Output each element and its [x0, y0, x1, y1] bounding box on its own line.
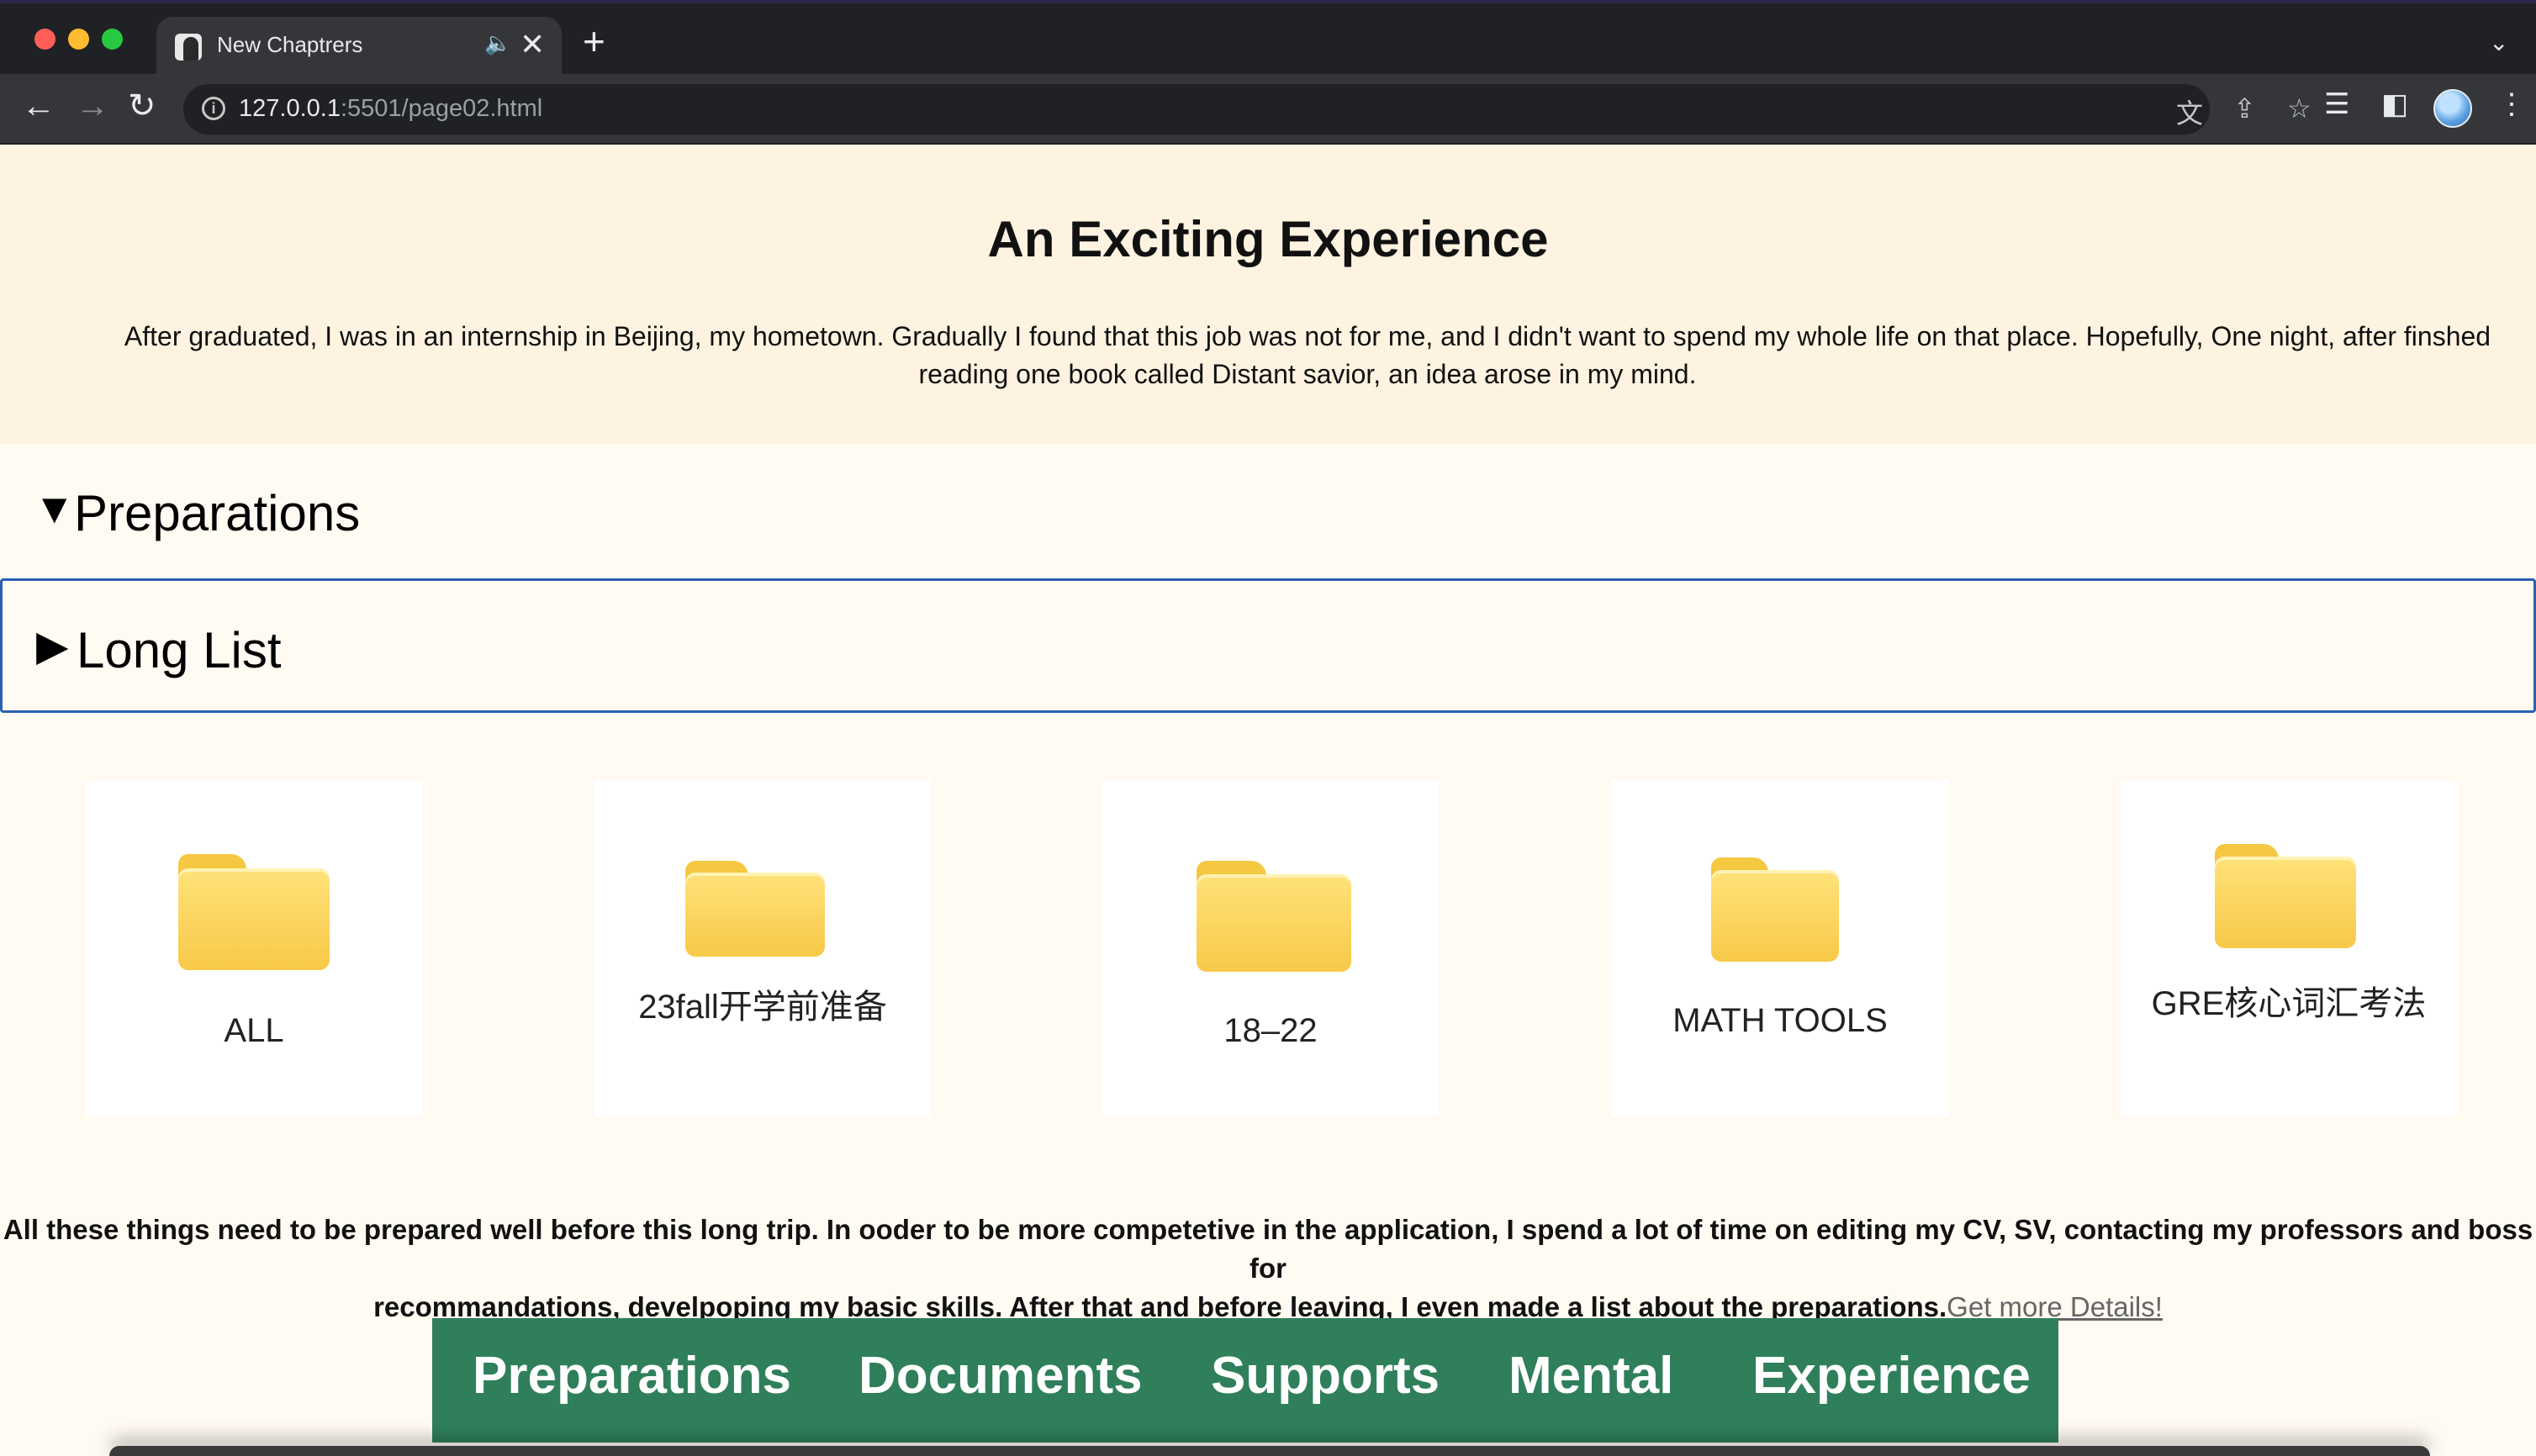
window-bottom-edge [109, 1446, 2430, 1456]
triangle-down-icon[interactable]: ▼ [34, 488, 76, 530]
url-text[interactable]: 127.0.0.1:5501/page02.html [239, 95, 542, 123]
tab-close-icon[interactable]: ✕ [520, 27, 545, 62]
maximize-window-button[interactable] [102, 29, 123, 50]
nav-item-mental[interactable]: Mental [1508, 1350, 1673, 1402]
info-icon[interactable]: i [202, 97, 225, 120]
folder-icon [685, 861, 825, 957]
hero-section: An Exciting Experience After graduated, … [0, 145, 2536, 444]
folder-card[interactable]: MATH TOOLS [1612, 780, 1948, 1116]
details-preparations[interactable]: ▼ Preparations [0, 444, 2536, 578]
folder-card[interactable]: 23fall开学前准备 [594, 780, 931, 1116]
folder-icon [1711, 857, 1839, 962]
folder-label: 23fall开学前准备 [638, 989, 887, 1026]
folder-label: GRE核心词汇考法 [2151, 985, 2427, 1022]
url-host: 127.0.0.1 [239, 95, 341, 122]
profile-avatar[interactable] [2433, 89, 2472, 128]
reading-list-icon[interactable]: ☰ [2324, 87, 2349, 121]
chevron-down-icon[interactable]: ⌄ [2489, 29, 2508, 56]
star-icon[interactable]: ☆ [2287, 92, 2311, 124]
folder-icon [2215, 844, 2356, 948]
translate-icon[interactable]: 文 [2176, 92, 2203, 131]
intro-paragraph: After graduated, I was in an internship … [124, 321, 2491, 389]
triangle-right-icon[interactable]: ▶ [36, 625, 68, 667]
folder-card[interactable]: 18–22 [1102, 780, 1439, 1116]
favicon-icon [175, 34, 202, 61]
details-summary-long-list[interactable]: Long List [77, 623, 282, 678]
folder-label: ALL [224, 1012, 284, 1049]
folder-label: MATH TOOLS [1672, 1002, 1888, 1039]
folder-card[interactable]: GRE核心词汇考法 [2121, 780, 2457, 1116]
nav-item-supports[interactable]: Supports [1211, 1350, 1440, 1402]
url-path: :5501/page02.html [340, 95, 543, 122]
details-summary-preparations[interactable]: Preparations [74, 486, 360, 541]
new-tab-button[interactable]: + [583, 22, 605, 61]
forward-arrow-icon[interactable]: → [76, 89, 109, 123]
web-page: An Exciting Experience After graduated, … [0, 145, 2536, 1456]
folder-icon [178, 854, 330, 970]
folder-icon [1197, 861, 1351, 972]
preparations-paragraph: All these things need to be prepared wel… [0, 1211, 2536, 1327]
side-panel-icon[interactable]: ◧ [2381, 87, 2408, 121]
nav-item-preparations[interactable]: Preparations [473, 1350, 791, 1402]
minimize-window-button[interactable] [68, 29, 89, 50]
menu-icon[interactable]: ⋮ [2497, 87, 2526, 121]
details-long-list[interactable]: ▶ Long List [0, 578, 2536, 713]
nav-item-documents[interactable]: Documents [859, 1350, 1143, 1402]
page-title: An Exciting Experience [987, 211, 1549, 267]
nav-item-experience[interactable]: Experience [1752, 1350, 2031, 1402]
address-bar[interactable]: i 127.0.0.1:5501/page02.html 文 ⇪ ☆ [183, 84, 2311, 135]
speaker-icon[interactable]: 🔈 [484, 30, 511, 56]
reload-icon[interactable]: ↻ [128, 89, 156, 123]
browser-toolbar: ← → ↻ i 127.0.0.1:5501/page02.html 文 ⇪ ☆ [0, 74, 2536, 145]
paragraph-line-1: All these things need to be prepared wel… [3, 1214, 2533, 1284]
browser-tab[interactable]: New Chaptrers 🔈 ✕ [156, 17, 562, 77]
back-arrow-icon[interactable]: ← [22, 89, 55, 123]
share-icon[interactable]: ⇪ [2233, 92, 2256, 124]
tab-title: New Chaptrers [217, 32, 363, 57]
bottom-navbar: Preparations Documents Supports Mental E… [432, 1318, 2058, 1443]
browser-titlebar: New Chaptrers 🔈 ✕ + ⌄ [0, 0, 2536, 77]
folder-card[interactable]: ALL [86, 780, 422, 1116]
close-window-button[interactable] [34, 29, 55, 50]
folder-label: 18–22 [1223, 1012, 1318, 1049]
